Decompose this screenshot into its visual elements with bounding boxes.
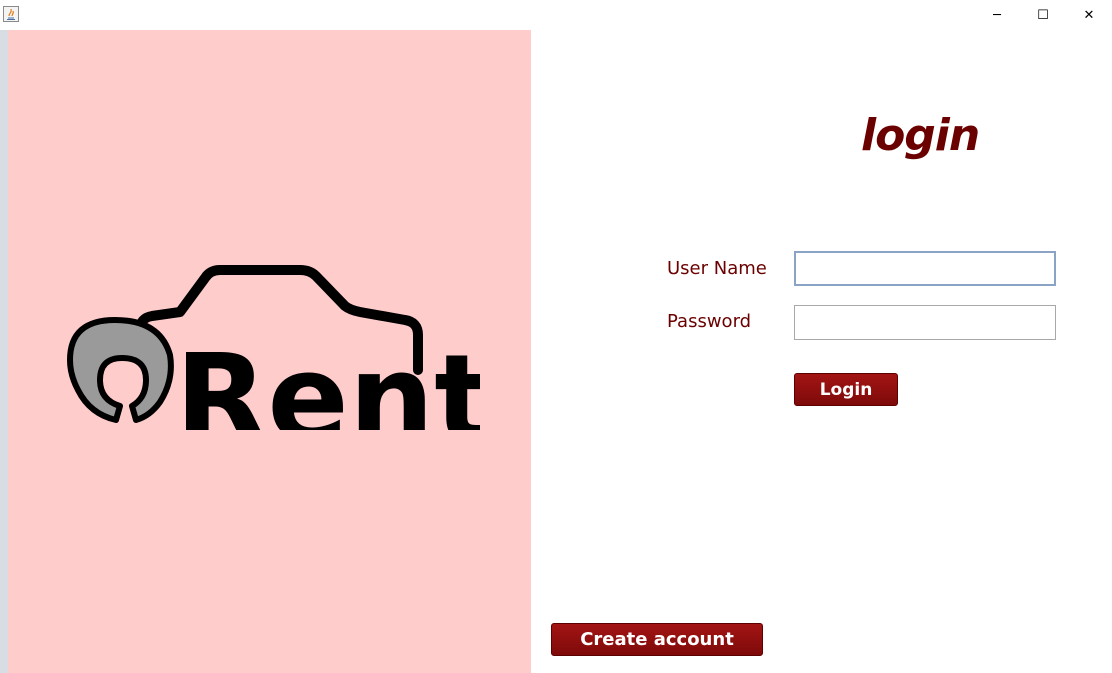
minimize-button[interactable]: ─ — [974, 0, 1020, 30]
window-left-border — [0, 30, 8, 673]
branding-panel: Rent — [8, 30, 531, 673]
rent-logo: Rent — [67, 265, 480, 430]
create-account-button[interactable]: Create account — [551, 623, 763, 656]
java-app-icon — [3, 6, 19, 22]
maximize-button[interactable]: ☐ — [1020, 0, 1066, 30]
password-input[interactable] — [794, 305, 1056, 340]
login-button[interactable]: Login — [794, 373, 898, 406]
window-titlebar: ─ ☐ ✕ — [0, 0, 1112, 30]
close-button[interactable]: ✕ — [1066, 0, 1112, 30]
username-input[interactable] — [794, 251, 1056, 286]
page-title: login — [861, 110, 980, 161]
username-label: User Name — [667, 258, 767, 279]
logo-text: Rent — [175, 330, 480, 430]
password-label: Password — [667, 311, 752, 332]
